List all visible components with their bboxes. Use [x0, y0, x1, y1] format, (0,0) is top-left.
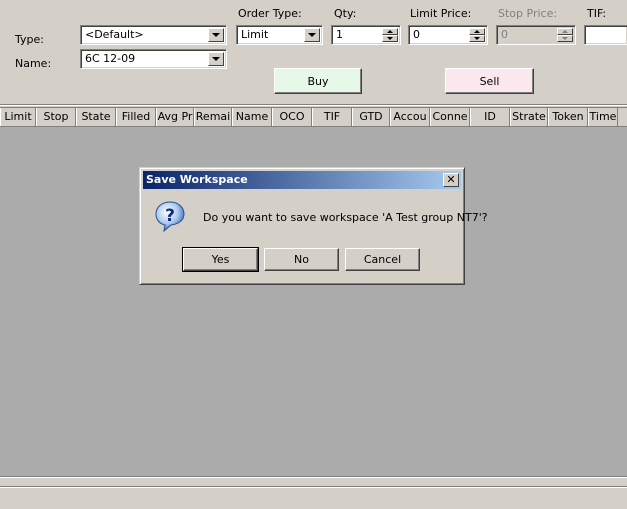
no-button[interactable]: No: [264, 248, 339, 271]
orders-grid-header: Limit Stop State Filled Avg Pr Remai Name OCO TI…: [0, 107, 627, 127]
spin-down-icon: [557, 35, 573, 42]
spin-down-icon[interactable]: [469, 35, 485, 42]
splitter-top-highlight: [0, 477, 627, 478]
dialog-title: Save Workspace: [146, 173, 248, 186]
no-label: No: [294, 253, 309, 266]
column-header-accou[interactable]: Accou: [390, 108, 430, 126]
instrument-dropdown[interactable]: 6C 12-09: [80, 49, 227, 69]
instrument-value: 6C 12-09: [85, 52, 136, 65]
limit-price-value: 0: [413, 28, 420, 41]
column-header-stop[interactable]: Stop: [36, 108, 76, 126]
stop-price-value: 0: [501, 28, 508, 41]
column-header-time[interactable]: Time: [588, 108, 618, 126]
spin-up-icon[interactable]: [469, 28, 485, 35]
yes-button[interactable]: Yes: [182, 247, 259, 272]
sell-button[interactable]: Sell: [445, 68, 534, 94]
limit-price-spin[interactable]: [469, 28, 485, 42]
column-header-name[interactable]: Name: [232, 108, 272, 126]
order-type-dropdown[interactable]: Limit: [236, 25, 323, 45]
limit-price-label: Limit Price:: [410, 7, 472, 20]
order-type-label: Order Type:: [238, 7, 302, 20]
column-header-gtd[interactable]: GTD: [352, 108, 390, 126]
qty-label: Qty:: [334, 7, 357, 20]
type-value: <Default>: [85, 28, 144, 41]
qty-spin[interactable]: [382, 28, 398, 42]
limit-price-stepper[interactable]: 0: [408, 25, 488, 45]
buy-button[interactable]: Buy: [274, 68, 362, 94]
stop-price-spin: [557, 28, 573, 42]
close-icon[interactable]: ✕: [443, 173, 459, 187]
chevron-down-icon[interactable]: [208, 28, 224, 42]
column-header-conne[interactable]: Conne: [430, 108, 470, 126]
tif-dropdown[interactable]: [584, 25, 627, 45]
column-header-filled[interactable]: Filled: [116, 108, 156, 126]
panel-divider-highlight: [0, 105, 627, 106]
svg-text:?: ?: [165, 206, 175, 226]
stop-price-stepper: 0: [496, 25, 576, 45]
question-icon: ?: [155, 201, 185, 232]
name-label: Name:: [15, 57, 52, 70]
sell-label: Sell: [479, 74, 500, 88]
column-header-limit[interactable]: Limit: [0, 108, 36, 126]
splitter-bottom-highlight: [0, 487, 627, 488]
tif-label: TIF:: [587, 7, 607, 20]
qty-stepper[interactable]: 1: [331, 25, 401, 45]
cancel-label: Cancel: [363, 253, 402, 266]
yes-label: Yes: [211, 253, 230, 266]
save-workspace-dialog: Save Workspace ✕ ? Do you want to save w…: [139, 167, 488, 285]
type-label: Type:: [15, 33, 44, 46]
column-header-id[interactable]: ID: [470, 108, 510, 126]
dialog-titlebar[interactable]: Save Workspace ✕: [143, 171, 461, 189]
stop-price-label: Stop Price:: [498, 7, 558, 20]
spin-up-icon: [557, 28, 573, 35]
chevron-down-icon[interactable]: [208, 52, 224, 66]
column-header-strate[interactable]: Strate: [510, 108, 548, 126]
column-header-tif[interactable]: TIF: [312, 108, 352, 126]
column-header-avg-pr[interactable]: Avg Pr: [156, 108, 194, 126]
spin-down-icon[interactable]: [382, 35, 398, 42]
order-type-value: Limit: [241, 28, 269, 41]
type-dropdown[interactable]: <Default>: [80, 25, 227, 45]
chevron-down-icon[interactable]: [304, 28, 320, 42]
spin-up-icon[interactable]: [382, 28, 398, 35]
column-header-token[interactable]: Token: [548, 108, 588, 126]
column-header-oco[interactable]: OCO: [272, 108, 312, 126]
column-header-remai[interactable]: Remai: [194, 108, 232, 126]
qty-value: 1: [336, 28, 343, 41]
cancel-button[interactable]: Cancel: [345, 248, 420, 271]
dialog-message: Do you want to save workspace 'A Test gr…: [203, 211, 488, 224]
buy-label: Buy: [307, 74, 329, 88]
column-header-state[interactable]: State: [76, 108, 116, 126]
